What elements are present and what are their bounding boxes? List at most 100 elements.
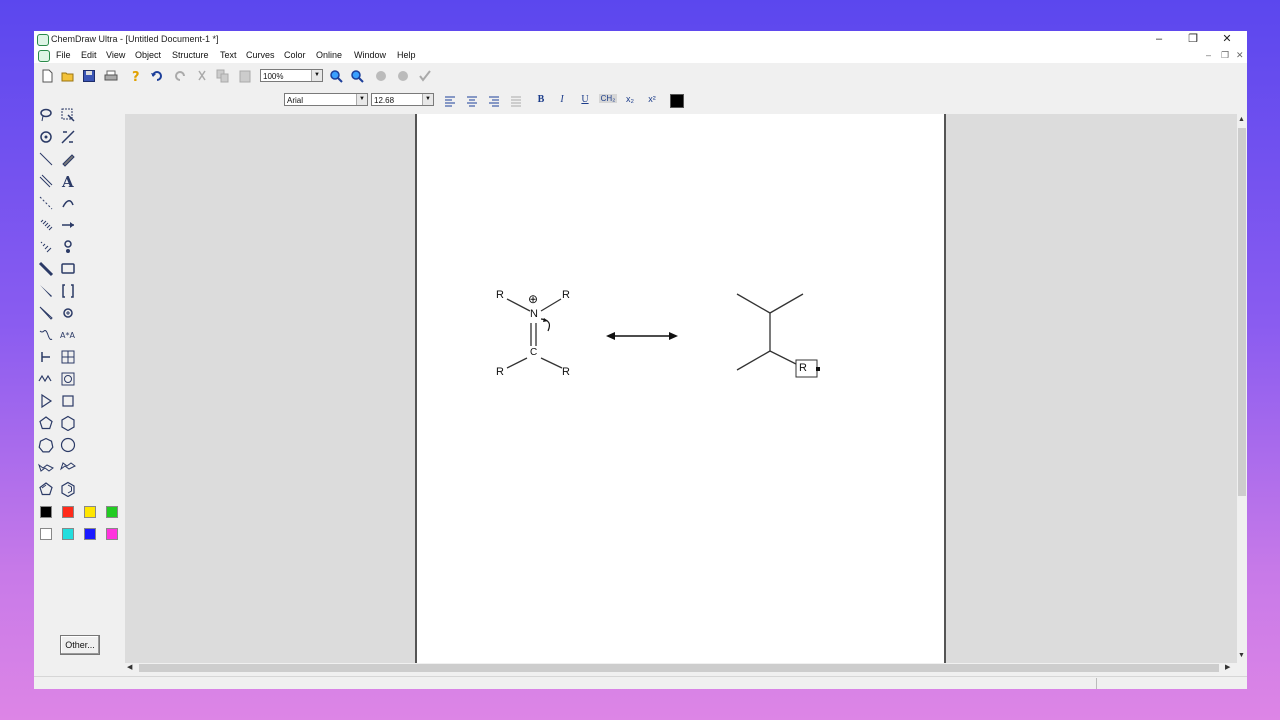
vertical-scrollbar[interactable]: ▲ ▼ (1237, 114, 1247, 663)
menu-text[interactable]: Text (220, 50, 237, 60)
bold-bond-icon[interactable] (38, 261, 54, 277)
redo-icon[interactable] (173, 69, 187, 83)
query-icon[interactable] (396, 69, 410, 83)
menu-view[interactable]: View (106, 50, 125, 60)
double-bond-icon[interactable] (38, 173, 54, 189)
wavy-bond-icon[interactable] (38, 327, 54, 343)
right-molecule-bonds[interactable] (736, 293, 804, 371)
atom-label-r[interactable]: R (496, 366, 504, 378)
color-swatch-white[interactable] (40, 528, 52, 540)
atom-label-r[interactable]: R (562, 289, 570, 301)
cyclohexane-chair-2-icon[interactable] (60, 459, 76, 475)
print-icon[interactable] (104, 69, 118, 83)
undo-icon[interactable] (150, 69, 164, 83)
color-swatch-magenta[interactable] (106, 528, 118, 540)
color-swatch-blue[interactable] (84, 528, 96, 540)
help-icon[interactable]: ? (129, 69, 143, 83)
underline-button[interactable]: U (577, 94, 593, 105)
mdi-restore-button[interactable]: ❐ (1221, 50, 1229, 61)
menu-online[interactable]: Online (316, 50, 342, 60)
solid-bond-icon[interactable] (38, 151, 54, 167)
benzene-icon[interactable] (60, 481, 76, 497)
restore-button[interactable]: ❐ (1176, 31, 1210, 48)
menu-structure[interactable]: Structure (172, 50, 209, 60)
horizontal-scroll-thumb[interactable] (139, 664, 1219, 672)
chemistry-symbols-icon[interactable] (60, 305, 76, 321)
color-swatch-yellow[interactable] (84, 506, 96, 518)
check-structure-icon[interactable] (418, 69, 432, 83)
open-icon[interactable] (61, 69, 75, 83)
hashed-wedge-icon[interactable] (38, 239, 54, 255)
menu-edit[interactable]: Edit (81, 50, 97, 60)
atom-label-n[interactable]: N (530, 308, 538, 320)
rotate-icon[interactable] (38, 129, 54, 145)
superscript-button[interactable]: x² (644, 94, 660, 104)
zoom-combo[interactable]: 100% ▼ (260, 69, 323, 82)
align-right-icon[interactable] (487, 94, 501, 108)
drawing-elements-icon[interactable] (60, 261, 76, 277)
wedge-bond-icon[interactable] (38, 283, 54, 299)
dashed-bond-icon[interactable] (38, 195, 54, 211)
cyclopropane-icon[interactable] (38, 393, 54, 409)
clean-structure-icon[interactable] (374, 69, 388, 83)
cyclopentane-icon[interactable] (38, 415, 54, 431)
pen-tool-icon[interactable] (60, 195, 76, 211)
cyclohexane-chair-1-icon[interactable] (38, 459, 54, 475)
scroll-up-icon[interactable]: ▲ (1238, 116, 1245, 123)
scroll-right-icon[interactable]: ▶ (1225, 663, 1230, 671)
zoom-out-icon[interactable] (350, 69, 364, 83)
text-tool-icon[interactable]: A (60, 173, 76, 189)
menu-help[interactable]: Help (397, 50, 416, 60)
acyclic-chain-icon[interactable] (38, 371, 54, 387)
color-swatch-red[interactable] (62, 506, 74, 518)
vertical-scroll-thumb[interactable] (1238, 128, 1246, 496)
cut-icon[interactable] (195, 69, 209, 83)
font-combo[interactable]: Arial ▼ (284, 93, 368, 106)
scroll-left-icon[interactable]: ◀ (127, 663, 132, 671)
templates-icon[interactable] (60, 371, 76, 387)
brackets-icon[interactable] (60, 283, 76, 299)
arrow-tool-icon[interactable] (60, 217, 76, 233)
atom-label-r-editing[interactable]: R (799, 362, 807, 374)
table-tool-icon[interactable] (60, 349, 76, 365)
cyclooctane-icon[interactable] (60, 437, 76, 453)
lasso-icon[interactable] (38, 107, 54, 123)
canvas-area[interactable]: R R N R R C ⊕ R (125, 114, 1237, 663)
menu-window[interactable]: Window (354, 50, 386, 60)
resize-handle[interactable] (816, 367, 820, 371)
orbital-icon[interactable] (60, 239, 76, 255)
italic-button[interactable]: I (554, 94, 570, 105)
menu-color[interactable]: Color (284, 50, 306, 60)
color-swatch-cyan[interactable] (62, 528, 74, 540)
new-icon[interactable] (40, 69, 54, 83)
marquee-icon[interactable] (60, 107, 76, 123)
mdi-minimize-button[interactable]: – (1206, 50, 1211, 60)
document-page[interactable]: R R N R R C ⊕ R (415, 114, 946, 663)
subscript-button[interactable]: x₂ (622, 94, 638, 104)
scroll-down-icon[interactable]: ▼ (1238, 652, 1245, 659)
hashed-bond-icon[interactable] (38, 217, 54, 233)
drawing-canvas[interactable] (417, 114, 944, 663)
close-button[interactable]: ✕ (1210, 31, 1244, 48)
cyclobutane-icon[interactable] (60, 393, 76, 409)
menu-object[interactable]: Object (135, 50, 161, 60)
bold-button[interactable]: B (533, 94, 549, 105)
cyclohexane-icon[interactable] (60, 415, 76, 431)
menu-curves[interactable]: Curves (246, 50, 275, 60)
mdi-close-button[interactable]: ✕ (1236, 50, 1244, 61)
save-icon[interactable] (82, 69, 96, 83)
cycloheptane-icon[interactable] (38, 437, 54, 453)
atom-label-c[interactable]: C (530, 347, 537, 358)
chain-tool-icon[interactable] (38, 349, 54, 365)
zoom-in-icon[interactable] (329, 69, 343, 83)
query-tool-icon[interactable]: A*A (60, 327, 76, 343)
copy-icon[interactable] (216, 69, 230, 83)
minimize-button[interactable]: – (1142, 31, 1176, 48)
document-icon[interactable] (38, 50, 50, 62)
paste-icon[interactable] (238, 69, 252, 83)
menu-file[interactable]: File (56, 50, 71, 60)
align-center-icon[interactable] (465, 94, 479, 108)
align-left-icon[interactable] (443, 94, 457, 108)
text-color-swatch[interactable] (670, 94, 684, 108)
color-swatch-black[interactable] (40, 506, 52, 518)
